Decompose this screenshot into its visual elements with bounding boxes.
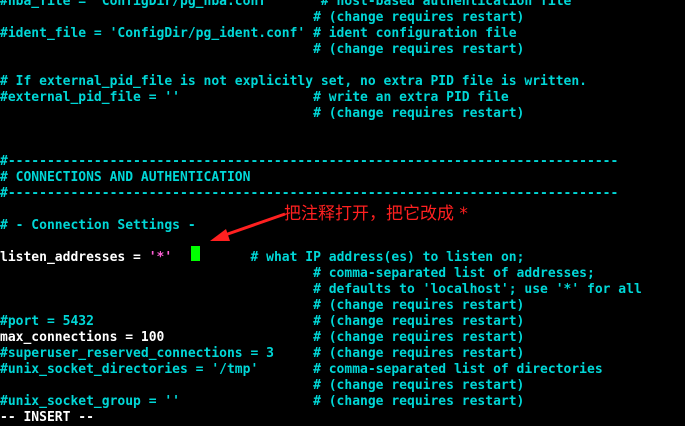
annotation-text: 把注释打开，把它改成 * [284, 204, 468, 224]
